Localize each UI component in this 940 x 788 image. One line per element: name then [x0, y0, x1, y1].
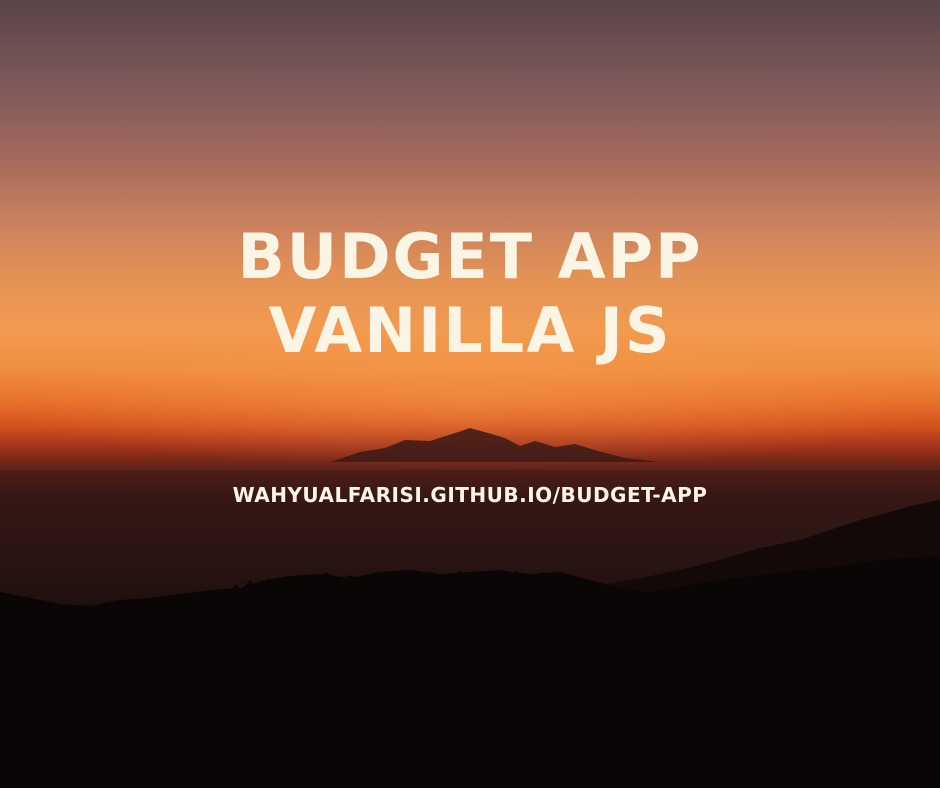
poster-canvas: BUDGET APP VANILLA JS WAHYUALFARISI.GITH…	[0, 0, 940, 788]
title-line-2: VANILLA JS	[268, 294, 672, 367]
website-url: WAHYUALFARISI.GITHUB.IO/BUDGET-APP	[232, 483, 708, 507]
mountain-silhouette	[0, 428, 940, 788]
distant-peak	[330, 428, 660, 462]
title-line-1: BUDGET APP	[237, 220, 703, 293]
